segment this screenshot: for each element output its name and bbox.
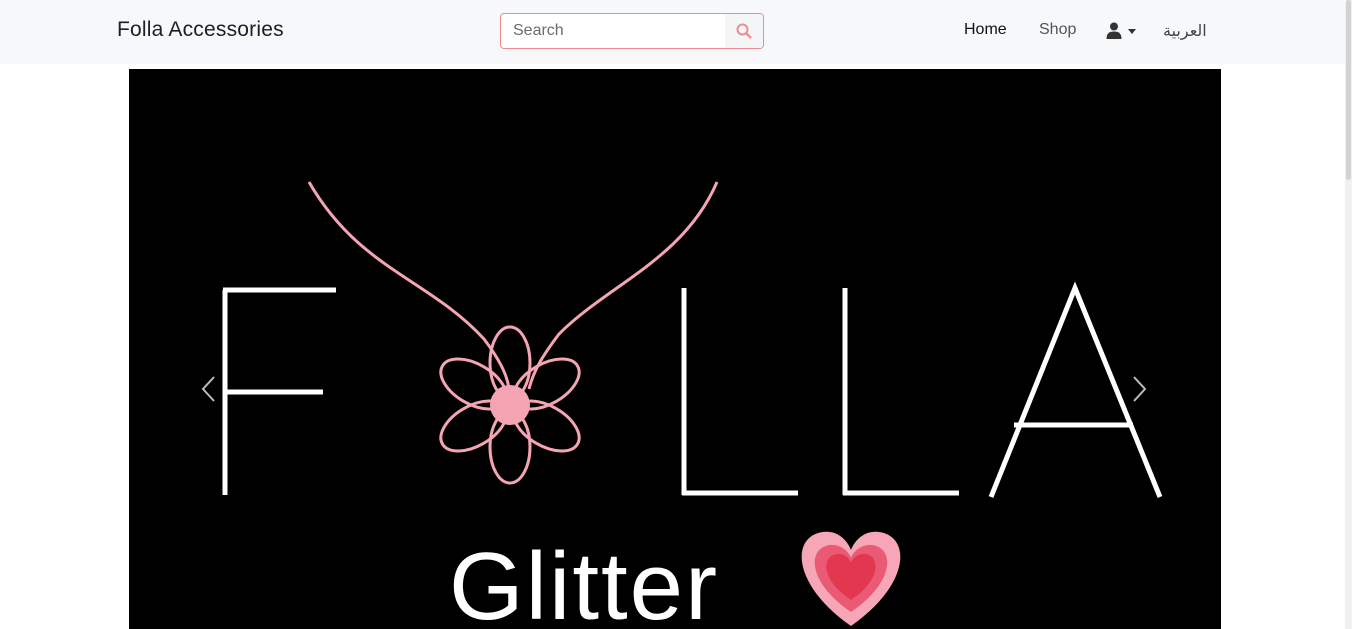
carousel-next-button[interactable] bbox=[1124, 369, 1154, 409]
chevron-right-icon bbox=[1133, 376, 1147, 402]
search-input[interactable] bbox=[501, 14, 725, 48]
chevron-down-icon bbox=[1128, 29, 1136, 34]
nav-link-home[interactable]: Home bbox=[964, 21, 1007, 39]
heart-icon bbox=[801, 531, 901, 626]
page-scrollbar[interactable] bbox=[1345, 0, 1352, 629]
search-form bbox=[500, 13, 764, 49]
language-switch-link[interactable]: العربية bbox=[1163, 21, 1207, 41]
user-icon bbox=[1106, 22, 1122, 39]
brand-link[interactable]: Folla Accessories bbox=[117, 18, 284, 42]
scrollbar-thumb[interactable] bbox=[1346, 0, 1351, 180]
carousel-prev-button[interactable] bbox=[195, 369, 225, 409]
logo-letters bbox=[222, 281, 1163, 498]
navbar: Folla Accessories Home Shop العربية bbox=[0, 0, 1345, 64]
user-dropdown-toggle[interactable] bbox=[1106, 22, 1140, 42]
necklace-chain bbox=[307, 181, 511, 390]
search-button[interactable] bbox=[725, 14, 763, 48]
chevron-left-icon bbox=[201, 376, 215, 402]
hero-carousel: Glitter bbox=[129, 69, 1221, 629]
nav-link-shop[interactable]: Shop bbox=[1039, 21, 1076, 39]
carousel-slide-image: Glitter bbox=[222, 181, 1163, 629]
search-icon bbox=[736, 23, 752, 39]
slide-tagline: Glitter bbox=[449, 533, 719, 629]
